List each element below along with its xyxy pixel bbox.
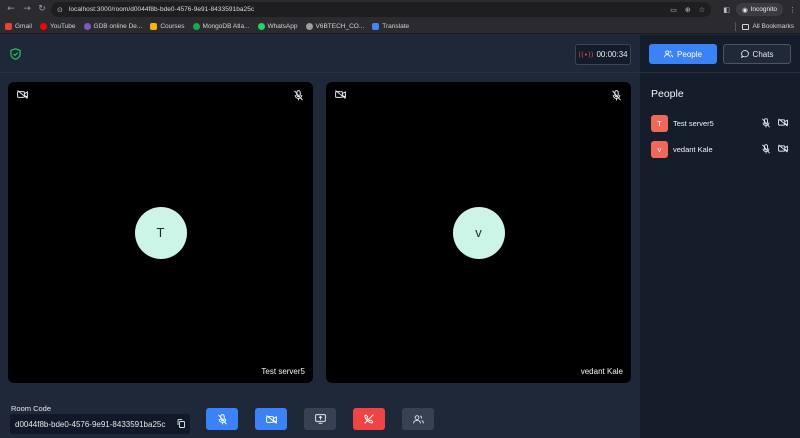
incognito-label: Incognito	[750, 6, 777, 13]
mic-off-icon	[294, 90, 303, 101]
back-icon[interactable]: ←	[3, 1, 19, 17]
zoom-icon[interactable]: ⊕	[685, 6, 691, 14]
video-tile: T Test server5	[8, 82, 313, 383]
camera-off-icon	[17, 90, 28, 99]
mic-off-icon	[612, 90, 621, 101]
recording-icon: ((•))	[578, 50, 594, 59]
camera-off-icon	[335, 90, 346, 99]
sidebar-title: People	[651, 88, 684, 100]
url-text: localhost:3000/room/d0044f8b-bde0-4576-9…	[68, 6, 255, 13]
whatsapp-icon	[257, 22, 265, 30]
browser-toolbar: ← → ↻ ⊙ localhost:3000/room/d0044f8b-bde…	[0, 0, 800, 19]
shield-check-icon	[10, 48, 21, 60]
bookmark-translate[interactable]: Translate	[372, 22, 409, 30]
mic-off-icon	[217, 413, 227, 425]
bookmark-gdb[interactable]: GDB online De...	[83, 22, 142, 30]
tab-chats-label: Chats	[752, 49, 774, 59]
room-code-text: d0044f8b-bde0-4576-9e91-8433591ba25c	[15, 419, 166, 429]
mic-toggle-button[interactable]	[206, 408, 238, 430]
incognito-icon: ◉	[741, 5, 748, 14]
all-bookmarks[interactable]: All Bookmarks	[742, 19, 794, 34]
folder-icon	[742, 23, 750, 30]
gdb-icon	[83, 22, 91, 30]
participant-avatar: v	[452, 206, 505, 259]
site-info-icon[interactable]: ⊙	[57, 6, 63, 14]
sidepanel-icon[interactable]: ◧	[723, 6, 730, 14]
participant-avatar: v	[651, 140, 668, 158]
cast-icon[interactable]: ▭	[670, 6, 677, 14]
timer-text: 00:00:34	[596, 50, 628, 59]
address-bar[interactable]: ⊙ localhost:3000/room/d0044f8b-bde0-4576…	[51, 2, 711, 17]
tab-people-label: People	[677, 49, 702, 59]
globe-icon	[305, 22, 313, 30]
camera-off-icon	[778, 118, 788, 127]
tab-people[interactable]: People	[649, 44, 717, 64]
gmail-icon	[5, 22, 12, 30]
meeting-header: ((•)) 00:00:34	[0, 35, 640, 73]
participant-name: Test server5	[673, 118, 714, 128]
copy-icon[interactable]	[177, 419, 185, 428]
people-sidebar: People Chats People T Test server5 v ved…	[640, 35, 800, 438]
sidebar-tabs: People Chats	[640, 35, 800, 73]
youtube-icon	[39, 22, 47, 30]
bookmark-courses[interactable]: Courses	[150, 22, 185, 30]
bookmark-gmail[interactable]: Gmail	[5, 22, 32, 30]
bookmarks-bar: Gmail YouTube GDB online De... Courses M…	[0, 19, 800, 34]
camera-off-icon	[265, 414, 277, 424]
room-code-label: Room Code	[11, 404, 52, 413]
camera-off-icon	[778, 144, 788, 153]
participants-button[interactable]	[402, 408, 434, 430]
bookmark-mongodb[interactable]: MongoDB Atla...	[192, 22, 250, 30]
mic-off-icon	[762, 118, 770, 128]
screen-share-icon	[314, 414, 326, 424]
users-icon	[412, 414, 424, 423]
camera-toggle-button[interactable]	[255, 408, 287, 430]
tab-chats[interactable]: Chats	[723, 44, 791, 64]
bookmark-v6btech[interactable]: V6BTECH_CO...	[305, 22, 364, 30]
folder-icon	[150, 22, 158, 30]
translate-icon	[372, 22, 380, 30]
chat-bubble-icon	[740, 50, 749, 58]
bookmark-divider	[735, 22, 736, 31]
bookmark-star-icon[interactable]: ☆	[699, 6, 705, 14]
meeting-app: ((•)) 00:00:34 T Test server5 v vedant K…	[0, 35, 800, 438]
mic-off-icon	[762, 144, 770, 154]
bookmark-youtube[interactable]: YouTube	[39, 22, 76, 30]
reload-icon[interactable]: ↻	[34, 1, 50, 17]
leave-call-button[interactable]	[353, 408, 385, 430]
menu-icon[interactable]: ⋮	[789, 6, 796, 14]
users-icon	[664, 50, 673, 58]
participant-avatar: T	[651, 114, 668, 132]
screen-share-button[interactable]	[304, 408, 336, 430]
participant-name: Test server5	[261, 367, 305, 376]
call-timer: ((•)) 00:00:34	[575, 44, 631, 65]
participant-avatar: T	[134, 206, 187, 259]
participant-row: v vedant Kale	[651, 140, 791, 158]
bookmark-whatsapp[interactable]: WhatsApp	[257, 22, 298, 30]
participant-row: T Test server5	[651, 114, 791, 132]
participant-name: vedant Kale	[673, 144, 713, 154]
incognito-badge[interactable]: ◉ Incognito	[735, 3, 783, 16]
main-area: ((•)) 00:00:34 T Test server5 v vedant K…	[0, 35, 640, 438]
forward-icon[interactable]: →	[19, 1, 35, 17]
video-tile: v vedant Kale	[326, 82, 631, 383]
phone-off-icon	[364, 414, 374, 424]
participant-name: vedant Kale	[580, 367, 623, 376]
mongodb-icon	[192, 22, 200, 30]
room-code-box: d0044f8b-bde0-4576-9e91-8433591ba25c	[10, 414, 190, 434]
